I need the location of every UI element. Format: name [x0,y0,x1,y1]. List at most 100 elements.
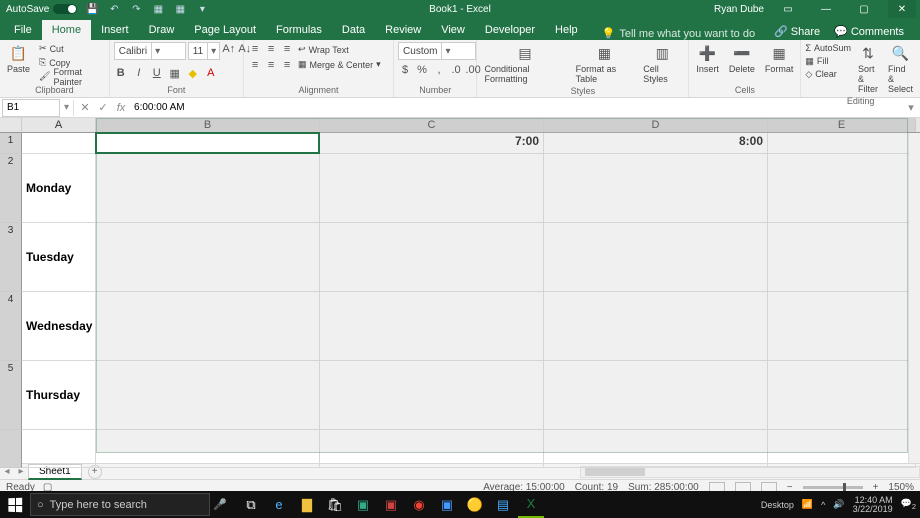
row-header[interactable]: 5 [0,361,22,430]
align-bot-icon[interactable]: ≡ [280,42,294,56]
app-icon[interactable]: ▣ [350,491,376,518]
cell[interactable] [768,292,916,361]
italic-button[interactable]: I [132,66,146,80]
tab-formulas[interactable]: Formulas [266,20,332,40]
user-name[interactable]: Ryan Dube [714,4,764,15]
qat-customize-icon[interactable]: ▾ [195,2,209,16]
ribbon-display-icon[interactable]: ▭ [774,0,802,18]
font-name-dropdown[interactable]: Calibri▾ [114,42,186,60]
border-button[interactable]: ▦ [168,66,182,80]
cell[interactable] [768,430,916,468]
format-as-table-button[interactable]: ▦Format as Table [573,42,637,86]
column-header[interactable]: C [320,118,544,132]
cell[interactable] [544,361,768,430]
column-header[interactable]: B [96,118,320,132]
namebox-caret-icon[interactable]: ▾ [62,102,71,113]
underline-button[interactable]: U [150,66,164,80]
cell[interactable]: 7:00 [320,133,544,154]
tab-developer[interactable]: Developer [475,20,545,40]
chrome-icon[interactable]: 🟡 [462,491,488,518]
fill-button[interactable]: ▦Fill [805,55,851,67]
cell[interactable] [96,154,320,223]
align-right-icon[interactable]: ≡ [280,58,294,72]
app-icon[interactable]: ▤ [490,491,516,518]
currency-icon[interactable]: $ [398,63,412,77]
delete-cells-button[interactable]: ➖Delete [726,42,758,76]
cell[interactable]: 6:00 [96,133,320,154]
cell[interactable] [768,133,916,154]
vertical-scrollbar[interactable] [908,133,920,463]
autosum-button[interactable]: ΣAutoSum [805,42,851,54]
tab-data[interactable]: Data [332,20,375,40]
tell-me-search[interactable]: 💡 Tell me what you want to do [602,27,755,40]
font-size-dropdown[interactable]: 11▾ [188,42,220,60]
tab-help[interactable]: Help [545,20,588,40]
tab-view[interactable]: View [431,20,475,40]
tab-insert[interactable]: Insert [91,20,139,40]
cell[interactable] [544,223,768,292]
row-header[interactable] [0,430,22,468]
sort-filter-button[interactable]: ⇅Sort & Filter [855,42,881,96]
tray-network-icon[interactable]: 📶 [802,499,813,510]
cell[interactable]: Wednesday [22,292,96,361]
taskbar-search[interactable]: ○ Type here to search [30,493,210,516]
cancel-formula-icon[interactable]: ✕ [76,99,94,117]
edge-icon[interactable]: e [266,491,292,518]
zoom-slider[interactable] [803,486,863,489]
tray-chevron-icon[interactable]: ^ [821,500,825,510]
cut-button[interactable]: ✂Cut [37,42,105,55]
align-center-icon[interactable]: ≡ [264,58,278,72]
cell[interactable] [544,154,768,223]
qat-icon[interactable]: ▦ [151,2,165,16]
minimize-icon[interactable]: — [812,0,840,18]
qat-icon[interactable]: ▦ [173,2,187,16]
inc-decimal-icon[interactable]: .0 [449,63,463,77]
enter-formula-icon[interactable]: ✓ [94,99,112,117]
share-button[interactable]: 🔗Share [768,23,826,40]
cell[interactable]: Tuesday [22,223,96,292]
cell[interactable] [320,223,544,292]
action-center-icon[interactable]: 💬2 [901,498,916,511]
tab-draw[interactable]: Draw [139,20,185,40]
tab-file[interactable]: File [4,20,42,40]
comma-icon[interactable]: , [432,63,446,77]
close-icon[interactable]: ✕ [888,0,916,18]
percent-icon[interactable]: % [415,63,429,77]
formula-input[interactable]: 6:00:00 AM [130,102,902,113]
cell[interactable] [768,361,916,430]
cell[interactable] [22,430,96,468]
column-header[interactable]: A [22,118,96,132]
insert-cells-button[interactable]: ➕Insert [693,42,722,76]
format-painter-button[interactable]: 🖌Format Painter [37,70,105,83]
wrap-text-button[interactable]: ↩Wrap Text [298,44,381,55]
cell[interactable] [544,292,768,361]
cell[interactable] [96,361,320,430]
mic-icon[interactable]: 🎤 [210,498,230,511]
row-header[interactable]: 4 [0,292,22,361]
merge-center-button[interactable]: ▦Merge & Center▾ [298,59,381,70]
cell[interactable] [22,133,96,154]
app-icon[interactable]: ▣ [378,491,404,518]
align-left-icon[interactable]: ≡ [248,58,262,72]
bold-button[interactable]: B [114,66,128,80]
cell[interactable]: Thursday [22,361,96,430]
cell[interactable] [768,154,916,223]
cell[interactable]: 8:00 [544,133,768,154]
conditional-formatting-button[interactable]: ▤Conditional Formatting [481,42,568,86]
cell[interactable] [320,154,544,223]
cell[interactable] [544,430,768,468]
align-mid-icon[interactable]: ≡ [264,42,278,56]
grow-font-icon[interactable]: A↑ [222,42,236,56]
paste-button[interactable]: 📋Paste [4,42,33,76]
excel-taskbar-icon[interactable]: X [518,491,544,518]
tray-volume-icon[interactable]: 🔊 [833,499,844,510]
autosave-toggle[interactable]: AutoSave [6,4,77,15]
cell[interactable] [320,292,544,361]
tray-desktop-label[interactable]: Desktop [761,500,794,510]
column-header[interactable]: D [544,118,768,132]
cell[interactable]: Monday [22,154,96,223]
comments-button[interactable]: 💬Comments [828,23,910,40]
undo-icon[interactable]: ↶ [107,2,121,16]
fill-color-button[interactable]: ◆ [186,66,200,80]
tab-home[interactable]: Home [42,20,91,40]
